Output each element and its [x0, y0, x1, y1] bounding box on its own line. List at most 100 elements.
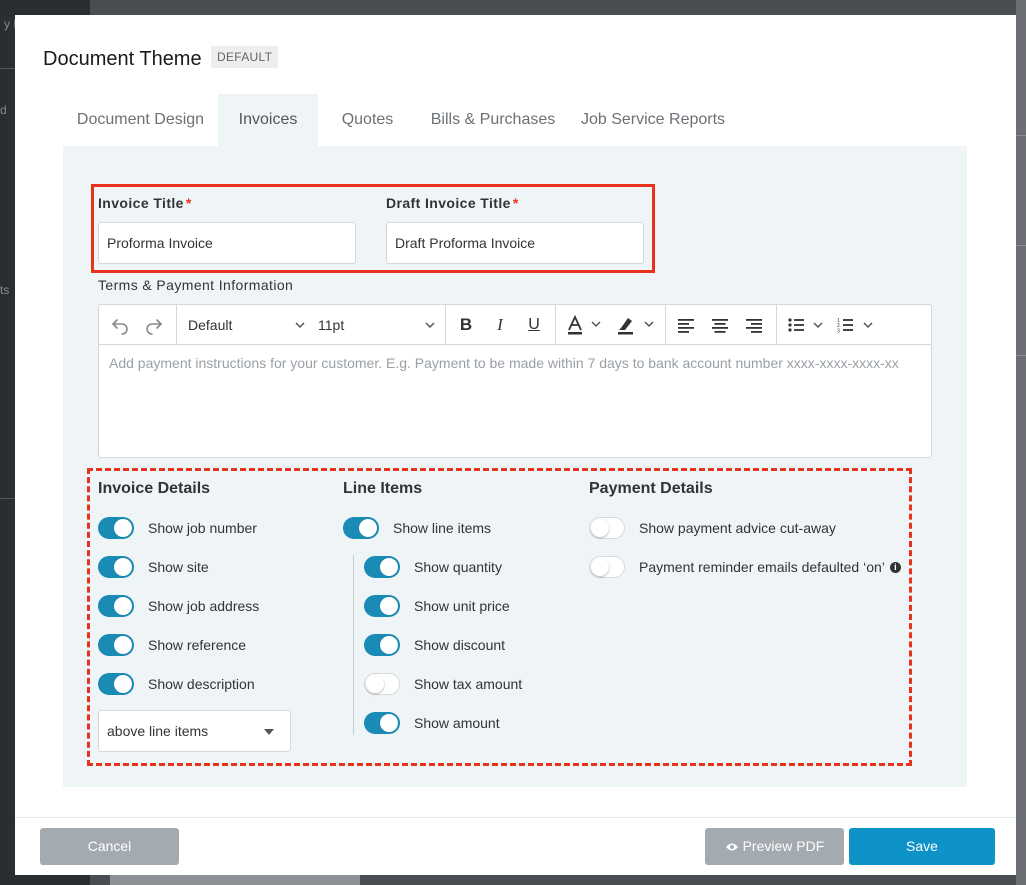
invoice-title-label: Invoice Title * — [98, 195, 192, 211]
toggle-switch[interactable] — [364, 556, 400, 578]
backdrop-text: ts — [0, 283, 10, 297]
draft-invoice-title-label-text: Draft Invoice Title — [386, 195, 511, 211]
preview-pdf-button[interactable]: Preview PDF — [705, 828, 844, 865]
toggle-show-line-items[interactable]: Show line items — [343, 516, 491, 540]
toolbar-separator — [176, 305, 177, 345]
bold-icon[interactable]: B — [453, 311, 479, 339]
text-color-icon[interactable] — [563, 311, 607, 339]
toggle-label: Show description — [148, 676, 255, 692]
backdrop-right-edge — [1016, 0, 1026, 885]
invoice-details-title: Invoice Details — [98, 480, 211, 497]
preview-pdf-label: Preview PDF — [742, 838, 825, 854]
invoice-title-label-text: Invoice Title — [98, 195, 184, 211]
draft-invoice-title-label: Draft Invoice Title * — [386, 195, 519, 211]
caret-down-icon — [264, 729, 274, 735]
numbered-list-icon[interactable]: 123 — [835, 311, 881, 339]
save-button[interactable]: Save — [849, 828, 995, 865]
italic-icon[interactable]: I — [487, 311, 513, 339]
align-right-icon[interactable] — [741, 311, 767, 339]
chevron-down-icon — [425, 322, 435, 329]
tab-invoices[interactable]: Invoices — [218, 94, 318, 146]
document-theme-modal: Document Theme DEFAULT Document Design I… — [15, 15, 1016, 875]
toggle-label: Payment reminder emails defaulted ‘on’ — [639, 559, 885, 575]
toggle-show-site[interactable]: Show site — [98, 555, 209, 579]
required-mark: * — [185, 195, 192, 211]
tab-quotes[interactable]: Quotes — [325, 94, 410, 146]
backdrop-divider — [1016, 135, 1026, 136]
toggle-switch[interactable] — [364, 673, 400, 695]
toggle-show-payment-advice[interactable]: Show payment advice cut-away — [589, 516, 836, 540]
toggle-switch[interactable] — [98, 556, 134, 578]
info-icon[interactable]: i — [889, 561, 901, 573]
toolbar-separator — [555, 305, 556, 345]
backdrop-bottom-strip — [110, 875, 360, 885]
font-size-select[interactable]: 11pt — [318, 311, 436, 339]
terms-editor: Default 11pt B I U 1 2 3 Add payment ins… — [98, 304, 932, 458]
align-left-icon[interactable] — [673, 311, 699, 339]
toggle-label: Show quantity — [414, 559, 502, 575]
editor-toolbar: Default 11pt B I U 1 2 3 — [99, 305, 931, 345]
toggle-switch[interactable] — [98, 517, 134, 539]
toggle-label: Show reference — [148, 637, 247, 653]
backdrop-divider — [1016, 245, 1026, 246]
toggle-payment-reminder-emails[interactable]: Payment reminder emails defaulted ‘on’ i — [589, 555, 901, 579]
toolbar-separator — [776, 305, 777, 345]
tab-bills-purchases[interactable]: Bills & Purchases — [423, 94, 563, 146]
toggle-show-tax-amount[interactable]: Show tax amount — [364, 672, 522, 696]
toggle-switch[interactable] — [98, 634, 134, 656]
toggle-label: Show discount — [414, 637, 506, 653]
toggle-switch[interactable] — [589, 556, 625, 578]
invoice-title-input[interactable] — [98, 222, 356, 264]
toggle-switch[interactable] — [589, 517, 625, 539]
toggle-show-quantity[interactable]: Show quantity — [364, 555, 502, 579]
toggle-label: Show unit price — [414, 598, 510, 614]
line-items-title: Line Items — [343, 480, 423, 497]
line-items-indent-guide — [353, 555, 354, 735]
required-mark: * — [512, 195, 519, 211]
toggle-show-unit-price[interactable]: Show unit price — [364, 594, 510, 618]
highlight-icon[interactable] — [613, 311, 659, 339]
toggle-switch[interactable] — [98, 673, 134, 695]
terms-label: Terms & Payment Information — [98, 277, 294, 293]
toggle-switch[interactable] — [343, 517, 379, 539]
default-badge: DEFAULT — [211, 46, 279, 68]
cancel-button[interactable]: Cancel — [40, 828, 179, 865]
payment-details-title: Payment Details — [589, 480, 713, 497]
svg-text:3: 3 — [837, 329, 840, 334]
chevron-down-icon — [295, 322, 305, 329]
description-position-select[interactable]: above line items — [98, 710, 291, 752]
toggle-label: Show amount — [414, 715, 500, 731]
font-size-value: 11pt — [318, 317, 345, 333]
toggle-label: Show site — [148, 559, 209, 575]
backdrop-text: d — [0, 103, 7, 117]
toggle-label: Show tax amount — [414, 676, 523, 692]
toggle-show-description[interactable]: Show description — [98, 672, 255, 696]
toggle-label: Show job number — [148, 520, 257, 536]
toggle-switch[interactable] — [98, 595, 134, 617]
toggle-switch[interactable] — [364, 634, 400, 656]
tab-document-design[interactable]: Document Design — [63, 94, 218, 146]
toggle-switch[interactable] — [364, 712, 400, 734]
toggle-show-job-number[interactable]: Show job number — [98, 516, 257, 540]
toggle-label: Show payment advice cut-away — [639, 520, 836, 536]
redo-icon[interactable] — [141, 311, 167, 339]
toggle-label: Show job address — [148, 598, 260, 614]
draft-invoice-title-input[interactable] — [386, 222, 644, 264]
bullet-list-icon[interactable] — [785, 311, 831, 339]
toolbar-separator — [665, 305, 666, 345]
font-family-select[interactable]: Default — [188, 311, 306, 339]
toggle-switch[interactable] — [364, 595, 400, 617]
toggle-show-job-address[interactable]: Show job address — [98, 594, 259, 618]
backdrop-divider — [1016, 355, 1026, 356]
underline-icon[interactable]: U — [521, 311, 547, 339]
align-center-icon[interactable] — [707, 311, 733, 339]
toolbar-separator — [445, 305, 446, 345]
editor-placeholder[interactable]: Add payment instructions for your custom… — [109, 355, 899, 371]
font-family-value: Default — [188, 317, 233, 333]
toggle-show-discount[interactable]: Show discount — [364, 633, 505, 657]
tab-job-service-reports[interactable]: Job Service Reports — [573, 94, 733, 146]
toggle-show-amount[interactable]: Show amount — [364, 711, 500, 735]
undo-icon[interactable] — [107, 311, 133, 339]
description-position-value: above line items — [107, 723, 209, 739]
toggle-show-reference[interactable]: Show reference — [98, 633, 246, 657]
